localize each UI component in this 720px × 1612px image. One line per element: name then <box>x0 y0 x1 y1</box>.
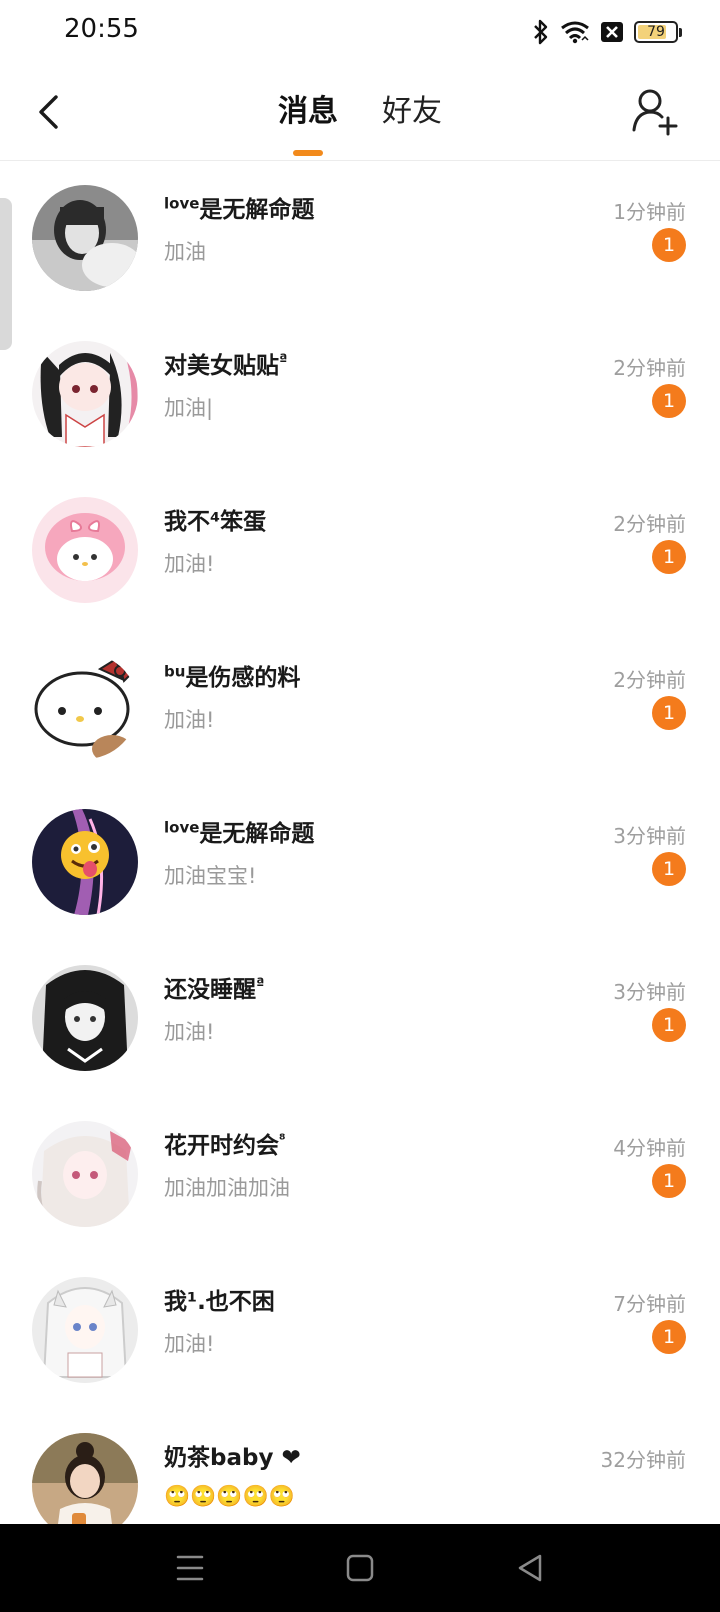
name-text: 还没睡醒 <box>164 977 256 1003</box>
name-text: 我不⁴笨蛋 <box>164 509 267 535</box>
name-text: 对美女贴贴 <box>164 353 279 379</box>
avatar <box>32 497 138 603</box>
message-time: 2分钟前 <box>613 356 686 380</box>
conversation-item[interactable]: love是无解命题 加油宝宝! 3分钟前 1 <box>0 784 720 940</box>
no-sim-icon <box>600 20 624 44</box>
tab-messages[interactable]: 消息 <box>276 64 340 160</box>
battery-level: 79 <box>647 24 665 40</box>
back-triangle-icon <box>518 1554 542 1582</box>
conversation-item[interactable]: 我¹.也不困 加油! 7分钟前 1 <box>0 1252 720 1408</box>
tabs: 消息 好友 <box>0 64 720 160</box>
message-time: 3分钟前 <box>613 824 686 848</box>
conversation-name: 还没睡醒ª <box>164 970 264 1004</box>
battery-indicator: 79 <box>634 21 678 43</box>
unread-badge: 1 <box>652 852 686 886</box>
tab-active-indicator <box>293 150 323 156</box>
battery-icon: 79 <box>634 21 682 43</box>
message-time: 2分钟前 <box>613 668 686 692</box>
name-text: 奶茶baby ❤ <box>164 1445 301 1471</box>
avatar <box>32 1121 138 1227</box>
conversation-name: 我不⁴笨蛋 <box>164 502 266 536</box>
menu-icon <box>176 1555 204 1581</box>
conversation-name: bu是伤感的料 <box>164 658 300 692</box>
conversation-name: 对美女贴贴ª <box>164 346 287 380</box>
tab-messages-label: 消息 <box>278 94 338 129</box>
status-time: 20:55 <box>64 14 139 44</box>
name-text: 花开时约会 <box>164 1133 279 1159</box>
avatar <box>32 809 138 915</box>
conversation-item[interactable]: bu是伤感的料 加油! 2分钟前 1 <box>0 628 720 784</box>
avatar <box>32 341 138 447</box>
conversation-item[interactable]: 花开时约会⁸ 加油加油加油 4分钟前 1 <box>0 1096 720 1252</box>
name-text: 我¹.也不困 <box>164 1289 275 1315</box>
unread-badge: 1 <box>652 384 686 418</box>
name-superscript: ª <box>279 350 288 369</box>
message-preview: 加油! <box>164 1020 215 1044</box>
name-text: 是无解命题 <box>199 821 315 847</box>
avatar <box>32 185 138 291</box>
add-friend-button[interactable] <box>630 86 682 138</box>
home-button[interactable] <box>340 1552 380 1584</box>
message-preview: 加油! <box>164 708 215 732</box>
home-icon <box>346 1554 374 1582</box>
avatar <box>32 1277 138 1383</box>
conversation-item[interactable]: 我不⁴笨蛋 加油! 2分钟前 1 <box>0 472 720 628</box>
avatar <box>32 1433 138 1524</box>
navigation-bar <box>0 1524 720 1612</box>
header: 消息 好友 <box>0 64 720 161</box>
menu-button[interactable] <box>170 1552 210 1584</box>
message-preview: 🙄🙄🙄🙄🙄 <box>164 1484 295 1508</box>
conversation-item[interactable]: love是无解命题 加油 1分钟前 1 <box>0 160 720 316</box>
name-superscript: love <box>164 818 200 837</box>
conversation-name: 我¹.也不困 <box>164 1282 275 1316</box>
message-time: 7分钟前 <box>613 1292 686 1316</box>
avatar <box>32 653 138 759</box>
add-friend-icon <box>632 89 678 136</box>
tab-friends-label: 好友 <box>382 94 442 129</box>
message-time: 1分钟前 <box>613 200 686 224</box>
name-superscript: ⁸ <box>279 1130 286 1149</box>
conversation-item[interactable]: 对美女贴贴ª 加油| 2分钟前 1 <box>0 316 720 472</box>
name-text: 是伤感的料 <box>185 665 301 691</box>
name-superscript: ª <box>256 974 265 993</box>
conversation-name: love是无解命题 <box>164 814 314 848</box>
conversation-name: 花开时约会⁸ <box>164 1126 286 1160</box>
tab-friends[interactable]: 好友 <box>380 64 444 160</box>
unread-badge: 1 <box>652 1320 686 1354</box>
unread-badge: 1 <box>652 696 686 730</box>
message-time: 4分钟前 <box>613 1136 686 1160</box>
name-superscript: bu <box>164 662 186 681</box>
message-preview: 加油宝宝! <box>164 864 257 888</box>
message-preview: 加油! <box>164 1332 215 1356</box>
conversation-list: love是无解命题 加油 1分钟前 1 对美女贴贴ª 加油| 2分钟前 1 我不… <box>0 160 720 1524</box>
conversation-item[interactable]: 奶茶baby ❤ 🙄🙄🙄🙄🙄 32分钟前 <box>0 1408 720 1524</box>
unread-badge: 1 <box>652 540 686 574</box>
conversation-name: 奶茶baby ❤ <box>164 1438 301 1472</box>
conversation-name: love是无解命题 <box>164 190 314 224</box>
message-time: 2分钟前 <box>613 512 686 536</box>
message-preview: 加油加油加油 <box>164 1176 290 1200</box>
message-time: 32分钟前 <box>600 1448 686 1472</box>
name-superscript: love <box>164 194 200 213</box>
conversation-item[interactable]: 还没睡醒ª 加油! 3分钟前 1 <box>0 940 720 1096</box>
message-preview: 加油| <box>164 396 214 420</box>
wifi-icon <box>560 20 590 44</box>
name-text: 是无解命题 <box>199 197 315 223</box>
message-preview: 加油! <box>164 552 215 576</box>
unread-badge: 1 <box>652 1008 686 1042</box>
unread-badge: 1 <box>652 228 686 262</box>
unread-badge: 1 <box>652 1164 686 1198</box>
back-nav-button[interactable] <box>510 1552 550 1584</box>
message-preview: 加油 <box>164 240 206 264</box>
avatar <box>32 965 138 1071</box>
battery-tip <box>679 27 682 37</box>
status-icons: 79 <box>532 18 682 46</box>
bluetooth-icon <box>532 19 550 45</box>
message-time: 3分钟前 <box>613 980 686 1004</box>
status-bar: 20:55 79 <box>0 0 720 64</box>
